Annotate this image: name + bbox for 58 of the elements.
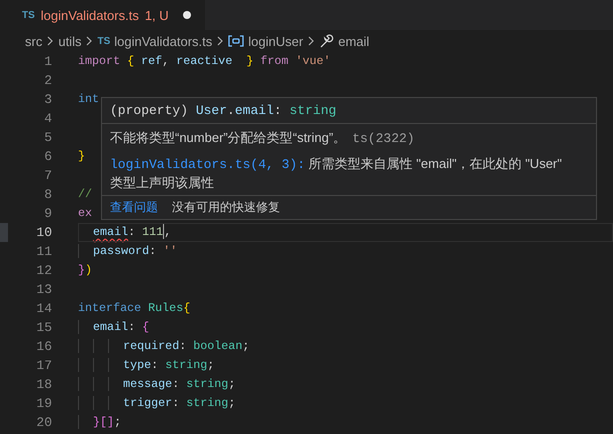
code-line: message: string; — [78, 375, 236, 394]
source-link[interactable]: loginValidators.ts(4, 3): — [110, 157, 306, 172]
error-code: ts(2322) — [352, 131, 415, 146]
line-number: 8 — [43, 187, 52, 202]
editor-tab[interactable]: TS loginValidators.ts 1, U — [0, 0, 205, 30]
line-number: 12 — [35, 263, 52, 278]
variable-icon — [228, 35, 244, 47]
breadcrumb-item[interactable]: utils — [58, 34, 82, 48]
code-line: import { ref, reactive } from 'vue' — [78, 53, 331, 70]
code-line: // — [78, 186, 92, 203]
line-number: 11 — [35, 244, 52, 259]
code-line: password: '' — [78, 242, 178, 261]
code-line: email: { — [78, 318, 150, 337]
line-number: 5 — [43, 130, 52, 145]
breadcrumb-item[interactable]: email — [338, 34, 370, 48]
breadcrumb-item[interactable]: loginUser — [248, 34, 304, 48]
problem-status: 1, U — [144, 8, 169, 22]
breadcrumb-item[interactable]: src — [25, 34, 42, 48]
code-line: ex — [78, 205, 92, 222]
code-line: required: boolean; — [78, 337, 250, 356]
line-number: 14 — [35, 301, 52, 316]
code-line: }[]; — [78, 413, 122, 432]
wrench-icon — [319, 34, 334, 48]
code-line: trigger: string; — [78, 394, 236, 413]
code-line: } — [78, 148, 86, 165]
tab-filename: loginValidators.ts — [40, 8, 139, 22]
line-number: 13 — [35, 282, 52, 297]
line-number: 7 — [43, 168, 52, 183]
code-line: email: 111, — [78, 223, 172, 242]
code-line: type: string; — [78, 356, 214, 375]
line-number: 19 — [35, 396, 52, 411]
line-number: 17 — [35, 358, 52, 373]
type-signature: (property) User.email: string — [102, 98, 596, 124]
file-type-label: TS — [22, 10, 35, 20]
view-problem-link[interactable]: 查看问题 — [110, 199, 158, 216]
error-message: 不能将类型“number”分配给类型“string”。 — [110, 130, 346, 145]
line-number: 2 — [43, 73, 52, 88]
file-type-label: TS — [97, 36, 110, 46]
line-number: 3 — [43, 92, 52, 107]
line-number: 1 — [43, 54, 52, 69]
line-number: 9 — [43, 206, 52, 221]
line-number: 6 — [43, 149, 52, 164]
chevron-right-icon — [86, 36, 92, 46]
chevron-right-icon — [217, 36, 224, 46]
line-number: 4 — [43, 111, 52, 126]
line-number: 18 — [35, 377, 52, 392]
chevron-right-icon — [308, 36, 314, 46]
related-info: loginValidators.ts(4, 3): 所需类型来自属性 "email"，在此处的 "User" 类型上声明该属性 — [110, 155, 563, 192]
code-line: }) — [78, 262, 92, 279]
chevron-right-icon — [47, 36, 54, 46]
code-line: interface Rules{ — [78, 300, 190, 317]
line-number: 15 — [35, 320, 52, 335]
code-line: int — [78, 91, 100, 108]
line-number: 16 — [35, 339, 52, 354]
breadcrumb-item[interactable]: loginValidators.ts — [114, 34, 212, 48]
line-number: 10 — [35, 225, 52, 240]
line-number: 20 — [35, 415, 52, 430]
no-quick-fix-text: 没有可用的快速修复 — [172, 199, 280, 216]
